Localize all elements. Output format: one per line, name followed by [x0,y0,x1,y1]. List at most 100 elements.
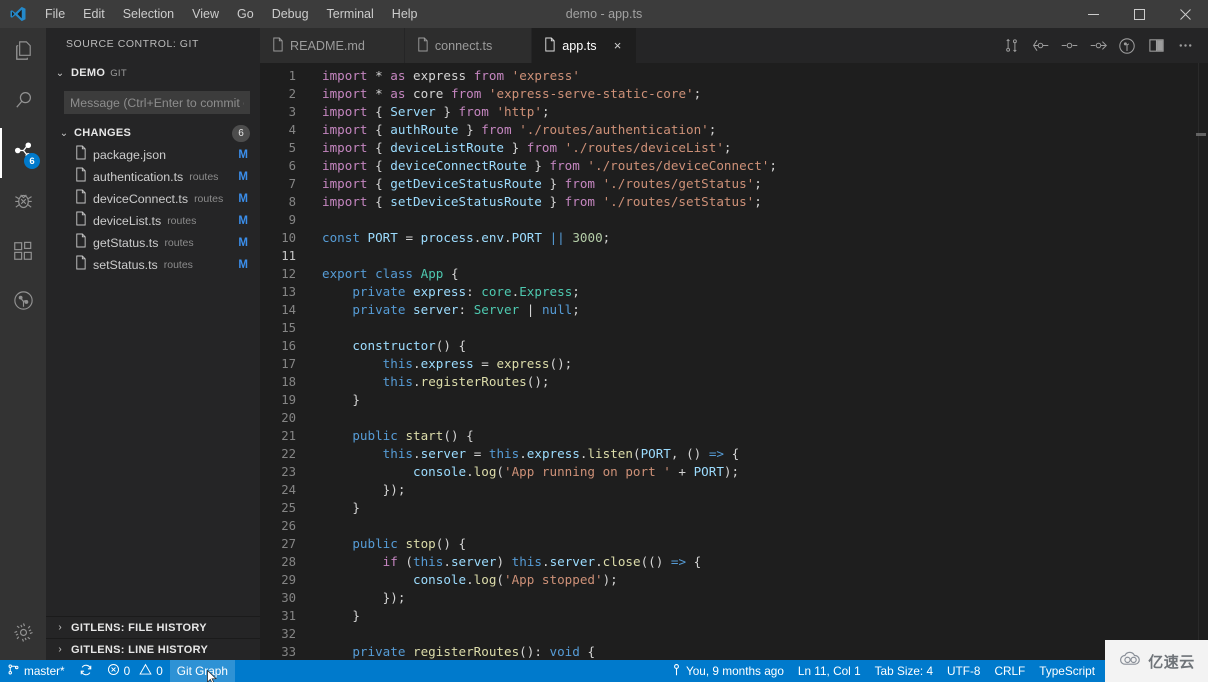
code-line[interactable]: 32 [260,625,1208,643]
editor-scrollbar[interactable] [1194,63,1208,660]
tab-connect-ts[interactable]: connect.ts × [405,28,532,63]
code-line[interactable]: 6import { deviceConnectRoute } from './r… [260,157,1208,175]
menu-item-view[interactable]: View [183,0,228,28]
current-revision-icon[interactable] [1056,32,1082,60]
status-sync[interactable] [72,660,100,682]
close-icon[interactable] [1162,0,1208,28]
panel-label: GITLENS: LINE HISTORY [71,644,208,656]
scm-repository-header[interactable]: ⌄ DEMO GIT [46,61,260,85]
code-line[interactable]: 21 public start() { [260,427,1208,445]
menu-item-edit[interactable]: Edit [74,0,114,28]
list-item[interactable]: package.json M [46,144,260,166]
code-line[interactable]: 7import { getDeviceStatusRoute } from '.… [260,175,1208,193]
list-item[interactable]: deviceList.ts routes M [46,210,260,232]
activity-item-gitlens[interactable] [0,278,46,328]
code-line[interactable]: 8import { setDeviceStatusRoute } from '.… [260,193,1208,211]
previous-revision-icon[interactable] [1027,32,1053,60]
commit-message-input[interactable] [64,91,250,114]
compare-changes-icon[interactable] [998,32,1024,60]
line-number: 23 [260,463,314,481]
code-line[interactable]: 23 console.log('App running on port ' + … [260,463,1208,481]
activity-bar: 6 [0,28,46,660]
code-line[interactable]: 10const PORT = process.env.PORT || 3000; [260,229,1208,247]
activity-item-manage[interactable] [0,610,46,660]
code-line[interactable]: 18 this.registerRoutes(); [260,373,1208,391]
status-blame[interactable]: You, 9 months ago [664,660,791,682]
status-indentation[interactable]: Tab Size: 4 [868,660,940,682]
toggle-blame-icon[interactable] [1114,32,1140,60]
maximize-icon[interactable] [1116,0,1162,28]
code-line[interactable]: 22 this.server = this.express.listen(POR… [260,445,1208,463]
activity-item-explorer[interactable] [0,28,46,78]
code-line[interactable]: 4import { authRoute } from './routes/aut… [260,121,1208,139]
sidebar: SOURCE CONTROL: GIT ⌄ DEMO GIT ⌄ CHANGES… [46,28,260,660]
menu-item-terminal[interactable]: Terminal [318,0,383,28]
list-item[interactable]: deviceConnect.ts routes M [46,188,260,210]
code-line[interactable]: 33 private registerRoutes(): void { [260,643,1208,660]
status-language-mode[interactable]: TypeScript [1032,660,1102,682]
status-branch[interactable]: master* [0,660,72,682]
code-line[interactable]: 1import * as express from 'express' [260,67,1208,85]
code-lines[interactable]: 1import * as express from 'express'2impo… [260,63,1208,660]
split-editor-icon[interactable] [1143,32,1169,60]
code-line[interactable]: 9 [260,211,1208,229]
code-line[interactable]: 15 [260,319,1208,337]
menu-item-go[interactable]: Go [228,0,263,28]
code-line[interactable]: 28 if (this.server) this.server.close(()… [260,553,1208,571]
scrollbar-thumb[interactable] [1196,133,1206,136]
code-line[interactable]: 30 }); [260,589,1208,607]
next-revision-icon[interactable] [1085,32,1111,60]
code-line[interactable]: 20 [260,409,1208,427]
line-number: 19 [260,391,314,409]
code-line[interactable]: 13 private express: core.Express; [260,283,1208,301]
status-problems[interactable]: 0 0 [100,660,170,682]
sidebar-title: SOURCE CONTROL: GIT [46,28,260,61]
status-bar: master* 0 0 [0,660,1208,682]
code-line[interactable]: 11 [260,247,1208,265]
code-line[interactable]: 12export class App { [260,265,1208,283]
error-icon [107,663,120,679]
panel-gitlens-file-history[interactable]: › GITLENS: FILE HISTORY [46,616,260,638]
code-line[interactable]: 2import * as core from 'express-serve-st… [260,85,1208,103]
code-line[interactable]: 26 [260,517,1208,535]
status-cursor-position[interactable]: Ln 11, Col 1 [791,660,868,682]
tab-readme-md[interactable]: README.md × [260,28,405,63]
line-content [314,247,322,265]
code-line[interactable]: 14 private server: Server | null; [260,301,1208,319]
code-line[interactable]: 27 public stop() { [260,535,1208,553]
menu-item-debug[interactable]: Debug [263,0,318,28]
activity-item-debug[interactable] [0,178,46,228]
code-line[interactable]: 29 console.log('App stopped'); [260,571,1208,589]
code-line[interactable]: 19 } [260,391,1208,409]
list-item[interactable]: authentication.ts routes M [46,166,260,188]
menu-item-file[interactable]: File [36,0,74,28]
list-item[interactable]: getStatus.ts routes M [46,232,260,254]
line-number: 28 [260,553,314,571]
status-encoding[interactable]: UTF-8 [940,660,987,682]
code-line[interactable]: 3import { Server } from 'http'; [260,103,1208,121]
code-editor[interactable]: 1import * as express from 'express'2impo… [260,63,1208,660]
chevron-down-icon: ⌄ [58,128,70,139]
panel-gitlens-line-history[interactable]: › GITLENS: LINE HISTORY [46,638,260,660]
menu-item-help[interactable]: Help [383,0,427,28]
activity-item-search[interactable] [0,78,46,128]
list-item[interactable]: setStatus.ts routes M [46,254,260,276]
activity-item-source-control[interactable]: 6 [0,128,46,178]
code-line[interactable]: 5import { deviceListRoute } from './rout… [260,139,1208,157]
tab-app-ts[interactable]: app.ts × [532,28,636,63]
close-icon[interactable]: × [611,38,625,53]
warning-icon [139,663,152,679]
code-line[interactable]: 24 }); [260,481,1208,499]
status-eol[interactable]: CRLF [987,660,1032,682]
activity-item-extensions[interactable] [0,228,46,278]
menu-item-selection[interactable]: Selection [114,0,183,28]
code-line[interactable]: 16 constructor() { [260,337,1208,355]
code-line[interactable]: 25 } [260,499,1208,517]
minimize-icon[interactable] [1070,0,1116,28]
line-number: 7 [260,175,314,193]
code-line[interactable]: 31 } [260,607,1208,625]
code-line[interactable]: 17 this.express = express(); [260,355,1208,373]
changes-section-header[interactable]: ⌄ CHANGES 6 [46,122,260,144]
more-actions-icon[interactable] [1172,32,1198,60]
status-git-graph[interactable]: Git Graph [170,660,235,682]
